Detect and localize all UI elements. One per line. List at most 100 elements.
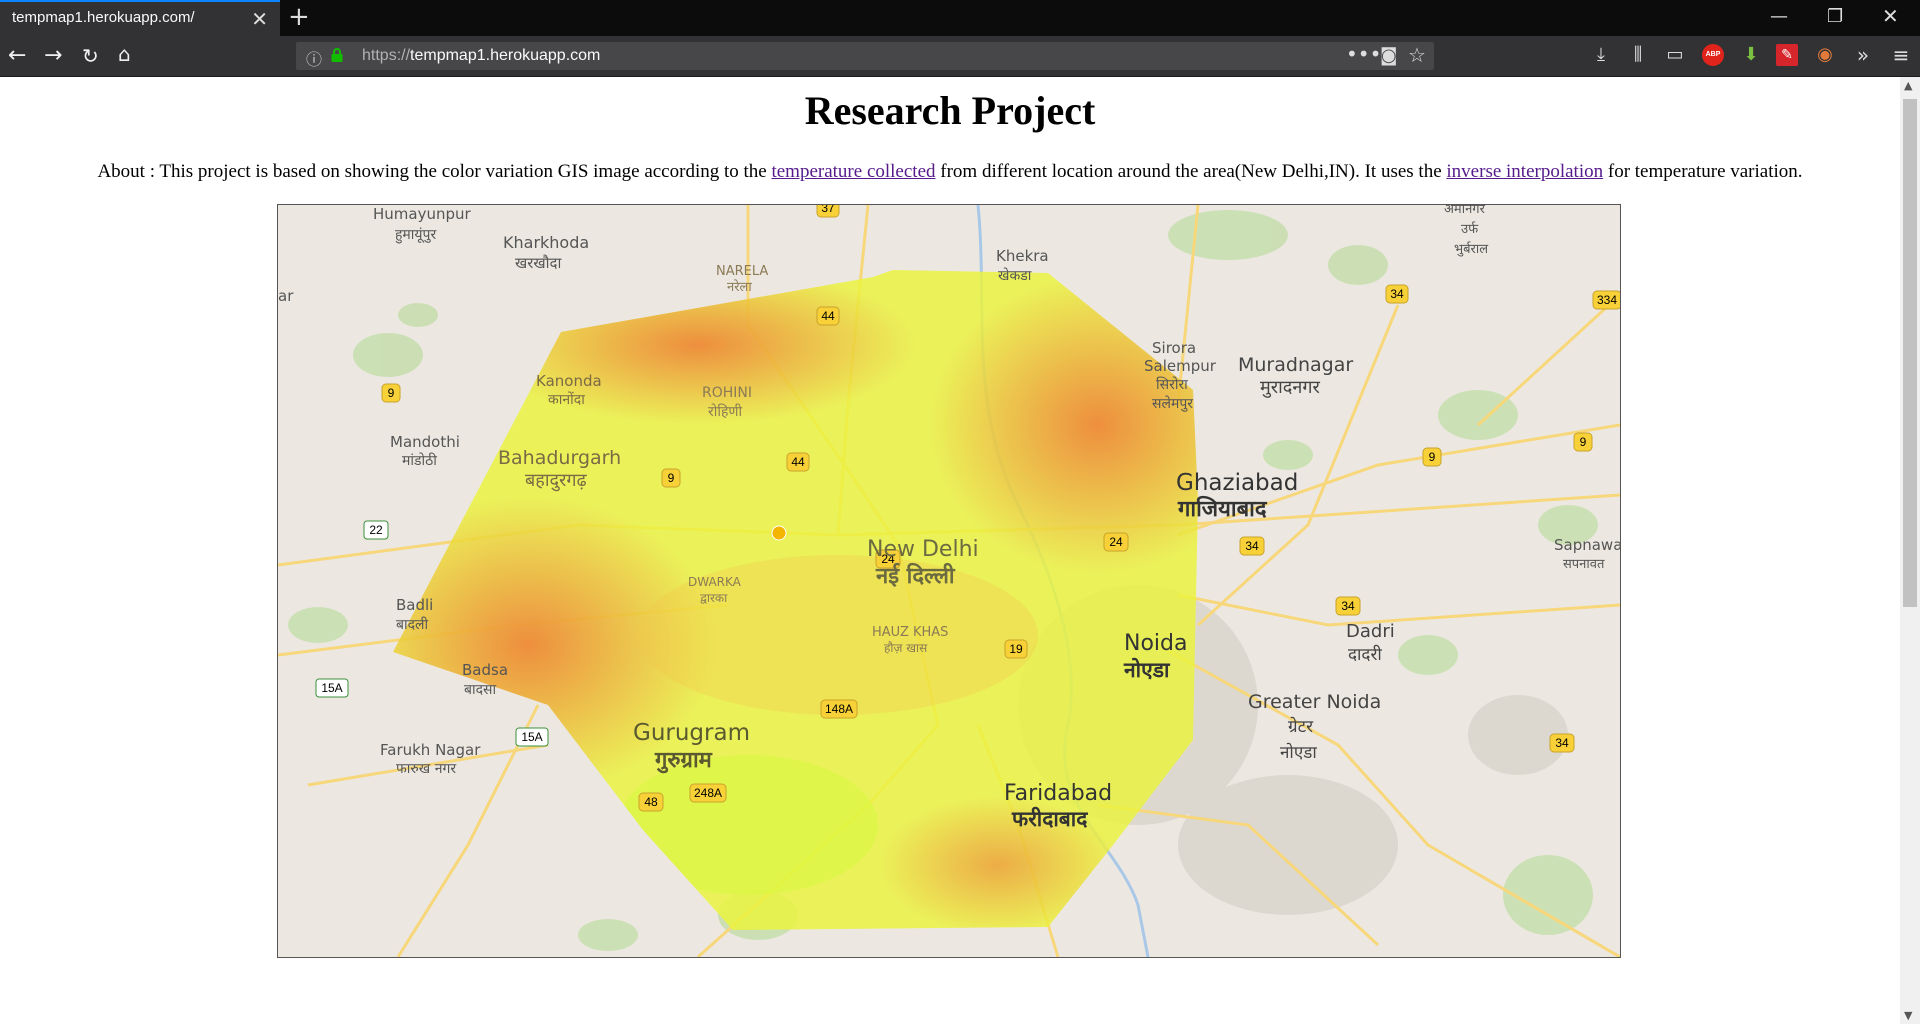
label-kanonda: Kanonda — [536, 372, 602, 390]
label-kharkhoda: Kharkhoda — [503, 233, 589, 252]
label-dwarka: DWARKA — [688, 575, 742, 589]
shield-9-east: 9 — [1429, 450, 1436, 464]
shield-15a-east: 15A — [521, 730, 542, 744]
page-actions-icon[interactable]: ••• — [1346, 42, 1381, 66]
label-sirora: Sirora — [1152, 339, 1196, 357]
overflow-icon[interactable]: » — [1852, 44, 1874, 66]
label-noida-hi: नोएडा — [1123, 657, 1171, 682]
menu-icon[interactable]: ≡ — [1890, 44, 1912, 66]
url-bar[interactable]: ⓘ https://tempmap1.herokuapp.com ••• ◙ ☆ — [296, 42, 1434, 70]
scroll-up-icon[interactable]: ▲ — [1904, 79, 1912, 92]
label-dadri: Dadri — [1346, 621, 1395, 642]
label-badsa-hi: बादसा — [464, 682, 497, 698]
about-middle: from different location around the area(… — [935, 161, 1447, 182]
lock-icon — [331, 48, 343, 62]
label-dadri-hi: दादरी — [1348, 644, 1382, 665]
shield-148a: 148A — [825, 702, 853, 716]
label-bahadurgarh-hi: बहादुरगढ़ — [525, 470, 588, 492]
label-humayunpur: Humayunpur — [373, 205, 472, 223]
label-ghaziabad: Ghaziabad — [1176, 470, 1298, 496]
close-tab-icon[interactable]: ✕ — [251, 7, 268, 31]
shield-34-dadri: 34 — [1341, 599, 1355, 613]
pen-extension-icon[interactable]: ✎ — [1776, 44, 1798, 66]
forward-icon[interactable]: → — [44, 43, 62, 68]
label-gurugram-hi: गुरुग्राम — [654, 748, 713, 774]
about-suffix: for temperature variation. — [1603, 161, 1803, 182]
library-icon[interactable]: ⫼ — [1627, 44, 1649, 66]
temperature-link[interactable]: temperature collected — [771, 161, 935, 182]
label-bahadurgarh: Bahadurgarh — [498, 447, 621, 469]
page-content: Research Project About : This project is… — [0, 77, 1900, 1024]
label-ar: ar — [278, 287, 294, 305]
label-humayunpur-hi: हुमायूंपुर — [395, 227, 437, 244]
label-greater-hi: ग्रेटर — [1288, 716, 1314, 737]
label-farukh-nagar: Farukh Nagar — [380, 741, 481, 759]
label-ghaziabad-hi: गाजियाबाद — [1177, 495, 1268, 522]
label-rohini-hi: रोहिणी — [708, 403, 743, 420]
bookmark-star-icon[interactable]: ☆ — [1408, 43, 1426, 67]
label-noida: Noida — [1124, 631, 1187, 656]
about-text: About : This project is based on showing… — [0, 161, 1900, 183]
url-protocol: https:// — [362, 47, 411, 64]
shield-19: 19 — [1009, 642, 1023, 656]
adblock-icon[interactable]: ABP — [1702, 44, 1724, 66]
shield-34-ghaziabad: 34 — [1245, 539, 1259, 553]
url-text[interactable]: https://tempmap1.herokuapp.com — [362, 47, 600, 65]
download-manager-icon[interactable]: ⬇ — [1740, 44, 1762, 66]
label-gurugram: Gurugram — [633, 720, 750, 746]
temperature-map[interactable]: 37 44 44 34 334 9 9 9 9 22 24 24 34 34 3… — [277, 204, 1621, 958]
shield-34-south: 34 — [1555, 736, 1569, 750]
pocket-icon[interactable]: ◙ — [1380, 45, 1397, 66]
sidebar-icon[interactable]: ▭ — [1664, 44, 1686, 66]
label-bhurbaral-hi: भुर्बराल — [1454, 241, 1488, 257]
about-prefix: About : This project is based on showing… — [97, 161, 772, 182]
minimize-icon[interactable]: — — [1770, 6, 1788, 27]
capital-star-icon — [771, 525, 787, 541]
browser-tab[interactable]: tempmap1.herokuapp.com/ ✕ — [0, 0, 280, 36]
scroll-thumb[interactable] — [1903, 99, 1917, 607]
tab-title: tempmap1.herokuapp.com/ — [12, 9, 195, 26]
label-mandothi: Mandothi — [390, 433, 460, 451]
shield-48: 48 — [644, 795, 658, 809]
label-new-delhi-hi: नई दिल्ली — [875, 562, 956, 589]
label-hauz-khas-hi: हौज़ खास — [884, 641, 928, 655]
shield-34-north: 34 — [1390, 287, 1404, 301]
label-mandothi-hi: मांडोठी — [402, 452, 437, 469]
extension-icon[interactable]: ◉ — [1814, 44, 1836, 66]
label-greater-noida-hi: नोएडा — [1280, 742, 1317, 763]
label-new-delhi: New Delhi — [867, 537, 979, 562]
site-info-icon[interactable]: ⓘ — [306, 46, 322, 70]
map-canvas: 37 44 44 34 334 9 9 9 9 22 24 24 34 34 3… — [278, 205, 1620, 957]
navigation-toolbar: ← → ↻ ⌂ ⓘ https://tempmap1.herokuapp.com… — [0, 36, 1920, 77]
label-badsa: Badsa — [462, 661, 508, 679]
label-faridabad: Faridabad — [1004, 781, 1112, 806]
label-badli-hi: बादली — [396, 616, 429, 633]
label-sapnawat: Sapnawa — [1554, 536, 1620, 554]
shield-24-east: 24 — [1109, 535, 1123, 549]
scroll-down-icon[interactable]: ▼ — [1904, 1009, 1912, 1022]
url-host: tempmap1.herokuapp.com — [410, 47, 601, 64]
downloads-icon[interactable]: ⤓ — [1590, 44, 1612, 66]
label-amangarh-hi: अमानगर — [1444, 205, 1486, 217]
shield-334: 334 — [1597, 293, 1617, 307]
interpolation-link[interactable]: inverse interpolation — [1446, 161, 1603, 182]
label-narela-hi: नरेला — [727, 279, 752, 295]
label-greater-noida: Greater Noida — [1248, 691, 1381, 713]
label-muradnagar: Muradnagar — [1238, 354, 1353, 376]
back-icon[interactable]: ← — [8, 43, 26, 68]
shield-9-center: 9 — [668, 471, 675, 485]
label-kanonda-hi: कानोंदा — [548, 391, 585, 408]
page-scrollbar[interactable]: ▲ ▼ — [1900, 77, 1920, 1024]
label-narela: NARELA — [716, 264, 768, 279]
home-icon[interactable]: ⌂ — [118, 42, 131, 66]
label-dwarka-hi: द्वारका — [700, 591, 728, 605]
label-khekra: Khekra — [996, 247, 1049, 265]
restore-icon[interactable]: ❐ — [1827, 6, 1843, 27]
new-tab-icon[interactable]: + — [288, 2, 310, 32]
label-salempur-hi: सलेमपुर — [1152, 395, 1193, 412]
page-title: Research Project — [804, 88, 1096, 133]
shield-44-south: 44 — [791, 455, 805, 469]
close-window-icon[interactable]: ✕ — [1882, 4, 1899, 28]
label-faridabad-hi: फरीदाबाद — [1011, 806, 1088, 831]
reload-icon[interactable]: ↻ — [82, 44, 99, 68]
